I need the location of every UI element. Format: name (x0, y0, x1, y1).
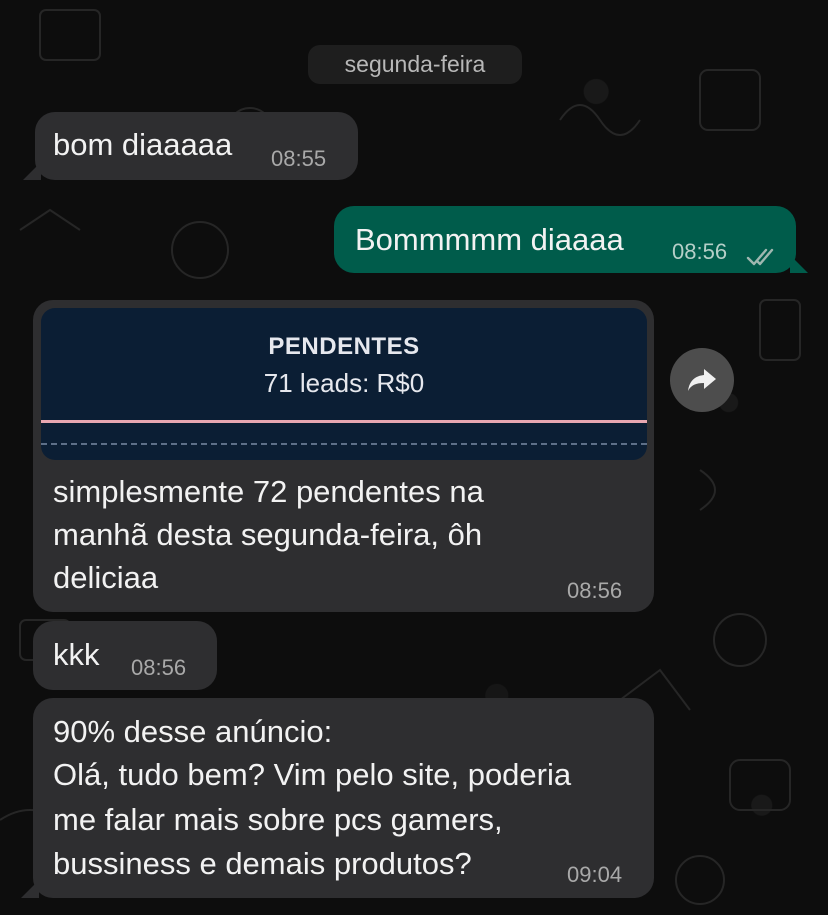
message-text: kkk (53, 637, 100, 672)
date-separator: segunda-feira (308, 45, 522, 84)
forward-button[interactable] (670, 348, 734, 412)
message-text-line: bussiness e demais produtos? (53, 846, 472, 881)
message-bubble-incoming-with-image[interactable]: PENDENTES 71 leads: R$0 simplesmente 72 … (33, 300, 654, 612)
message-text-line: simplesmente 72 pendentes na (53, 474, 484, 509)
message-text-line: 90% desse anúncio: (53, 714, 333, 749)
message-text-line: Olá, tudo bem? Vim pelo site, poderia (53, 757, 572, 792)
attachment-dashed-line (41, 443, 647, 445)
bubble-tail (790, 255, 808, 273)
message-text: bom diaaaaa (53, 127, 233, 162)
message-bubble-incoming[interactable]: kkk 08:56 (33, 621, 217, 690)
message-timestamp: 08:55 (271, 146, 327, 171)
attachment-title: PENDENTES (268, 333, 420, 360)
message-bubble-incoming[interactable]: bom diaaaaa 08:55 (23, 112, 358, 180)
message-text-line: manhã desta segunda-feira, ôh (53, 517, 483, 552)
bubble-tail (23, 162, 41, 180)
message-timestamp: 08:56 (131, 655, 187, 680)
message-text-line: deliciaa (53, 560, 159, 595)
bubble-tail (21, 880, 39, 898)
attachment-subtitle: 71 leads: R$0 (263, 368, 425, 398)
attachment-divider (41, 420, 647, 423)
forward-arrow-icon (687, 367, 717, 393)
message-timestamp: 08:56 (672, 239, 728, 264)
message-timestamp: 09:04 (567, 862, 623, 887)
double-check-icon (746, 240, 778, 266)
message-bubble-outgoing[interactable]: Bommmmm diaaaa 08:56 (334, 206, 808, 273)
image-attachment[interactable]: PENDENTES 71 leads: R$0 (41, 308, 647, 460)
message-bubble-incoming[interactable]: 90% desse anúncio: Olá, tudo bem? Vim pe… (21, 698, 654, 898)
message-text: Bommmmm diaaaa (355, 222, 624, 257)
message-text-line: me falar mais sobre pcs gamers, (53, 802, 503, 837)
message-timestamp: 08:56 (567, 578, 623, 603)
